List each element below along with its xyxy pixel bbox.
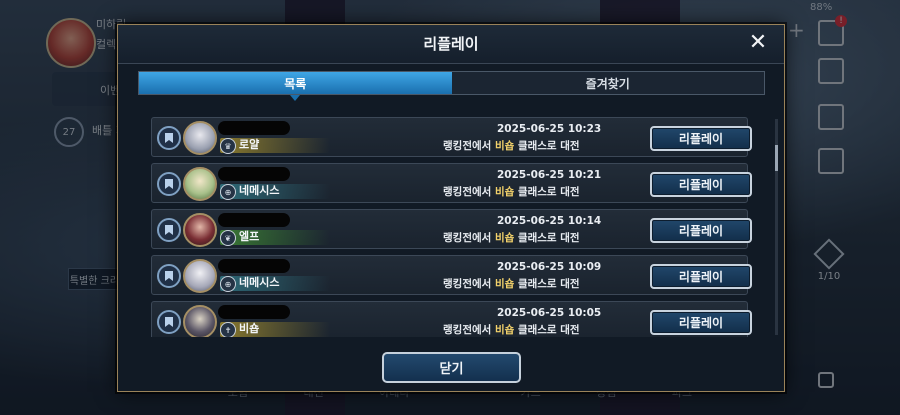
tab-favorites[interactable]: 즐겨찾기 xyxy=(451,72,764,94)
class-bar: ❦ 엘프 xyxy=(220,230,330,246)
player-avatar xyxy=(183,305,217,337)
description-suffix: 클래스로 대전 xyxy=(514,140,580,152)
redacted-name xyxy=(218,259,290,273)
player-avatar xyxy=(183,167,217,201)
replay-description: 랭킹전에서 비숍 클래스로 대전 xyxy=(443,276,580,291)
class-name: 로얄 xyxy=(239,138,260,151)
bookmark-icon[interactable] xyxy=(157,126,181,150)
class-name: 엘프 xyxy=(239,230,260,243)
dialog-header: 리플레이 ✕ xyxy=(118,25,784,64)
bookmark-icon[interactable] xyxy=(157,264,181,288)
leaf-icon: ❦ xyxy=(220,230,236,246)
replay-description: 랭킹전에서 비숍 클래스로 대전 xyxy=(443,230,580,245)
replay-description: 랭킹전에서 비숍 클래스로 대전 xyxy=(443,322,580,337)
bookmark-icon[interactable] xyxy=(157,218,181,242)
replay-row: ❦ 엘프 2025-06-25 10:14 랭킹전에서 비숍 클래스로 대전 리… xyxy=(151,209,752,249)
description-suffix: 클래스로 대전 xyxy=(514,186,580,198)
nemesis-icon: ⊕ xyxy=(220,276,236,292)
player-avatar xyxy=(183,121,217,155)
replay-button[interactable]: 리플레이 xyxy=(650,264,752,289)
replay-description: 랭킹전에서 비숍 클래스로 대전 xyxy=(443,184,580,199)
redacted-name xyxy=(218,305,290,319)
replay-row: ⊕ 네메시스 2025-06-25 10:21 랭킹전에서 비숍 클래스로 대전… xyxy=(151,163,752,203)
dialog-title: 리플레이 xyxy=(423,35,479,53)
player-avatar xyxy=(183,213,217,247)
opponent-class: 비숍 xyxy=(494,324,515,336)
class-bar: ♛ 로얄 xyxy=(220,138,330,154)
replay-datetime: 2025-06-25 10:05 xyxy=(497,307,602,319)
tab-bar: 목록 즐겨찾기 xyxy=(138,71,765,101)
opponent-class: 비숍 xyxy=(494,278,515,290)
description-suffix: 클래스로 대전 xyxy=(514,324,580,336)
replay-datetime: 2025-06-25 10:23 xyxy=(497,123,602,135)
class-name: 네메시스 xyxy=(239,184,280,197)
replay-button[interactable]: 리플레이 xyxy=(650,310,752,335)
bookmark-icon[interactable] xyxy=(157,172,181,196)
replay-button[interactable]: 리플레이 xyxy=(650,172,752,197)
redacted-name xyxy=(218,167,290,181)
replay-dialog: 리플레이 ✕ 목록 즐겨찾기 ♛ 로얄 2025-06-25 10:23 랭킹전… xyxy=(117,24,785,392)
scrollbar-thumb[interactable] xyxy=(775,145,778,171)
class-name: 네메시스 xyxy=(239,276,280,289)
class-bar: ✝ 비숍 xyxy=(220,322,330,337)
replay-button[interactable]: 리플레이 xyxy=(650,218,752,243)
player-avatar xyxy=(183,259,217,293)
replay-row: ✝ 비숍 2025-06-25 10:05 랭킹전에서 비숍 클래스로 대전 리… xyxy=(151,301,752,337)
opponent-class: 비숍 xyxy=(494,140,515,152)
close-icon[interactable]: ✕ xyxy=(746,31,770,55)
replay-datetime: 2025-06-25 10:09 xyxy=(497,261,602,273)
close-button[interactable]: 닫기 xyxy=(382,352,521,383)
replay-list: ♛ 로얄 2025-06-25 10:23 랭킹전에서 비숍 클래스로 대전 리… xyxy=(151,115,756,337)
opponent-class: 비숍 xyxy=(494,232,515,244)
replay-datetime: 2025-06-25 10:14 xyxy=(497,215,602,227)
description-prefix: 랭킹전에서 xyxy=(443,186,495,198)
class-bar: ⊕ 네메시스 xyxy=(220,276,330,292)
description-suffix: 클래스로 대전 xyxy=(514,232,580,244)
crown-icon: ♛ xyxy=(220,138,236,154)
class-bar: ⊕ 네메시스 xyxy=(220,184,330,200)
scrollbar[interactable] xyxy=(775,119,778,335)
replay-row: ⊕ 네메시스 2025-06-25 10:09 랭킹전에서 비숍 클래스로 대전… xyxy=(151,255,752,295)
nemesis-icon: ⊕ xyxy=(220,184,236,200)
class-name: 비숍 xyxy=(239,322,260,335)
tab-list[interactable]: 목록 xyxy=(139,72,452,101)
replay-description: 랭킹전에서 비숍 클래스로 대전 xyxy=(443,138,580,153)
replay-row: ♛ 로얄 2025-06-25 10:23 랭킹전에서 비숍 클래스로 대전 리… xyxy=(151,117,752,157)
bishop-icon: ✝ xyxy=(220,322,236,337)
description-prefix: 랭킹전에서 xyxy=(443,140,495,152)
redacted-name xyxy=(218,121,290,135)
description-suffix: 클래스로 대전 xyxy=(514,278,580,290)
redacted-name xyxy=(218,213,290,227)
replay-datetime: 2025-06-25 10:21 xyxy=(497,169,602,181)
replay-button[interactable]: 리플레이 xyxy=(650,126,752,151)
bookmark-icon[interactable] xyxy=(157,310,181,334)
opponent-class: 비숍 xyxy=(494,186,515,198)
description-prefix: 랭킹전에서 xyxy=(443,232,495,244)
description-prefix: 랭킹전에서 xyxy=(443,278,495,290)
description-prefix: 랭킹전에서 xyxy=(443,324,495,336)
